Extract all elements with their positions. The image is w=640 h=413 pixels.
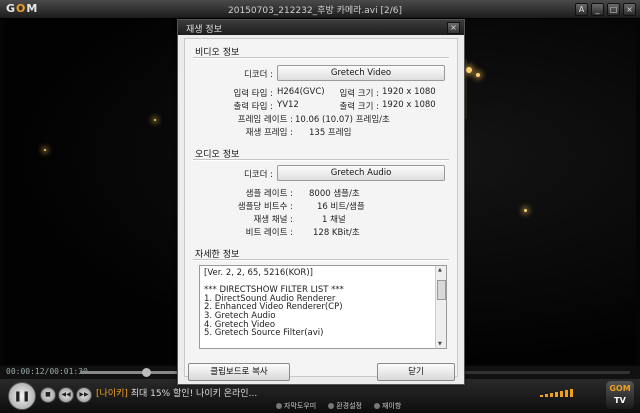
link-icon [373,403,380,409]
prev-icon[interactable]: ◀◀ [58,387,74,403]
volume-bar [560,391,563,397]
minimize-button[interactable]: _ [591,3,604,16]
output-size-value: 1920 x 1080 [382,100,436,110]
detail-line: [Ver. 2, 2, 65, 5216(KOR)] [204,268,313,278]
volume-bar [555,392,558,397]
output-type-value: YV12 [277,100,299,110]
channels-label: 재생 채널 : [253,215,293,225]
volume-bar [565,390,568,397]
divider [193,57,449,59]
subtitle-icon [276,403,282,409]
third-link[interactable]: 재이항 [373,401,401,411]
video-light [154,119,156,121]
framerate-value: 10.06 (10.07) 프레임/초 [295,115,390,125]
sample-rate-label: 샘플 레이트 : [245,189,293,199]
settings-link[interactable]: 환경설정 [328,401,362,411]
pause-button[interactable]: ❚❚ [8,382,36,410]
bits-per-sample-value: 16 비트/샘플 [317,202,365,212]
volume-bar [540,395,543,397]
dialog-close-button[interactable]: × [447,22,460,34]
dialog-title: 재생 정보 [186,25,222,35]
copy-to-clipboard-button[interactable]: 클립보드로 복사 [188,363,290,381]
dialog-titlebar[interactable]: 재생 정보 × [178,20,464,35]
video-decoder-field: Gretech Video [277,65,445,81]
video-light [466,67,472,73]
output-type-label: 출력 타입 : [233,102,273,112]
divider [193,259,449,261]
bottom-links: 자막도우미 환경설정 재이항 [276,401,401,411]
channels-value: 1 채널 [322,215,346,225]
seek-fill [80,371,190,374]
time-display: 00:00:12/00:01:30 [6,367,88,376]
subtitle-helper-link[interactable]: 자막도우미 [276,401,316,411]
gomtv-button[interactable]: GOM TV [606,381,634,409]
video-decoder-label: 디코더 : [243,70,273,80]
output-size-label: 출력 크기 : [339,102,379,112]
video-light [44,149,46,151]
volume-bar [570,389,573,397]
input-size-value: 1920 x 1080 [382,87,436,97]
detail-info-textbox[interactable]: [Ver. 2, 2, 65, 5216(KOR)] *** DIRECTSHO… [199,265,447,349]
volume-bar [545,394,548,397]
scroll-up-icon[interactable]: ▲ [438,267,442,273]
window-buttons: A _ □ × [575,3,636,16]
input-type-value: H264(GVC) [277,87,325,97]
stop-icon[interactable]: ■ [40,387,56,403]
maximize-button[interactable]: □ [607,3,620,16]
volume-bar [550,393,553,397]
ad-ticker[interactable]: [나이키] 최대 15% 할인! 나이키 온라인... [96,386,257,399]
bitrate-value: 128 KBit/초 [313,228,360,238]
framerate-label: 프레임 레이트 : [237,115,293,125]
audio-decoder-label: 디코더 : [243,170,273,180]
playback-info-dialog: 재생 정보 × 비디오 정보 디코더 : Gretech Video 입력 타입… [177,19,465,385]
window-title: 20150703_212232_후방 카메라.avi [2/6] [228,6,402,16]
sample-rate-value: 8000 샘플/초 [309,189,360,199]
input-type-label: 입력 타입 : [233,89,273,99]
bits-per-sample-label: 샘플당 비트수 : [237,202,293,212]
settings-icon [328,403,335,409]
volume-meter[interactable] [540,389,582,397]
dialog-content: 비디오 정보 디코더 : Gretech Video 입력 타입 : H264(… [184,38,458,377]
audio-decoder-field: Gretech Audio [277,165,445,181]
played-frames-value: 135 프레임 [309,128,352,138]
next-icon[interactable]: ▶▶ [76,387,92,403]
video-light [476,73,480,77]
detail-scrollbar[interactable]: ▲ ▼ [435,266,446,348]
close-dialog-button[interactable]: 닫기 [377,363,455,381]
divider [193,159,449,161]
player-titlebar[interactable]: GOM 20150703_212232_후방 카메라.avi [2/6] A _… [0,0,640,19]
video-light [524,209,527,212]
bitrate-label: 비트 레이트 : [245,228,293,238]
seek-handle[interactable] [142,368,151,377]
always-on-top-button[interactable]: A [575,3,588,16]
input-size-label: 입력 크기 : [339,89,379,99]
scroll-down-icon[interactable]: ▼ [438,341,442,347]
played-frames-label: 재생 프레임 : [245,128,293,138]
close-button[interactable]: × [623,3,636,16]
scroll-thumb[interactable] [437,280,446,300]
detail-line: 5. Gretech Source Filter(avi) [204,328,324,339]
detail-lines: [Ver. 2, 2, 65, 5216(KOR)] *** DIRECTSHO… [200,266,446,338]
gom-logo[interactable]: GOM [6,2,38,15]
